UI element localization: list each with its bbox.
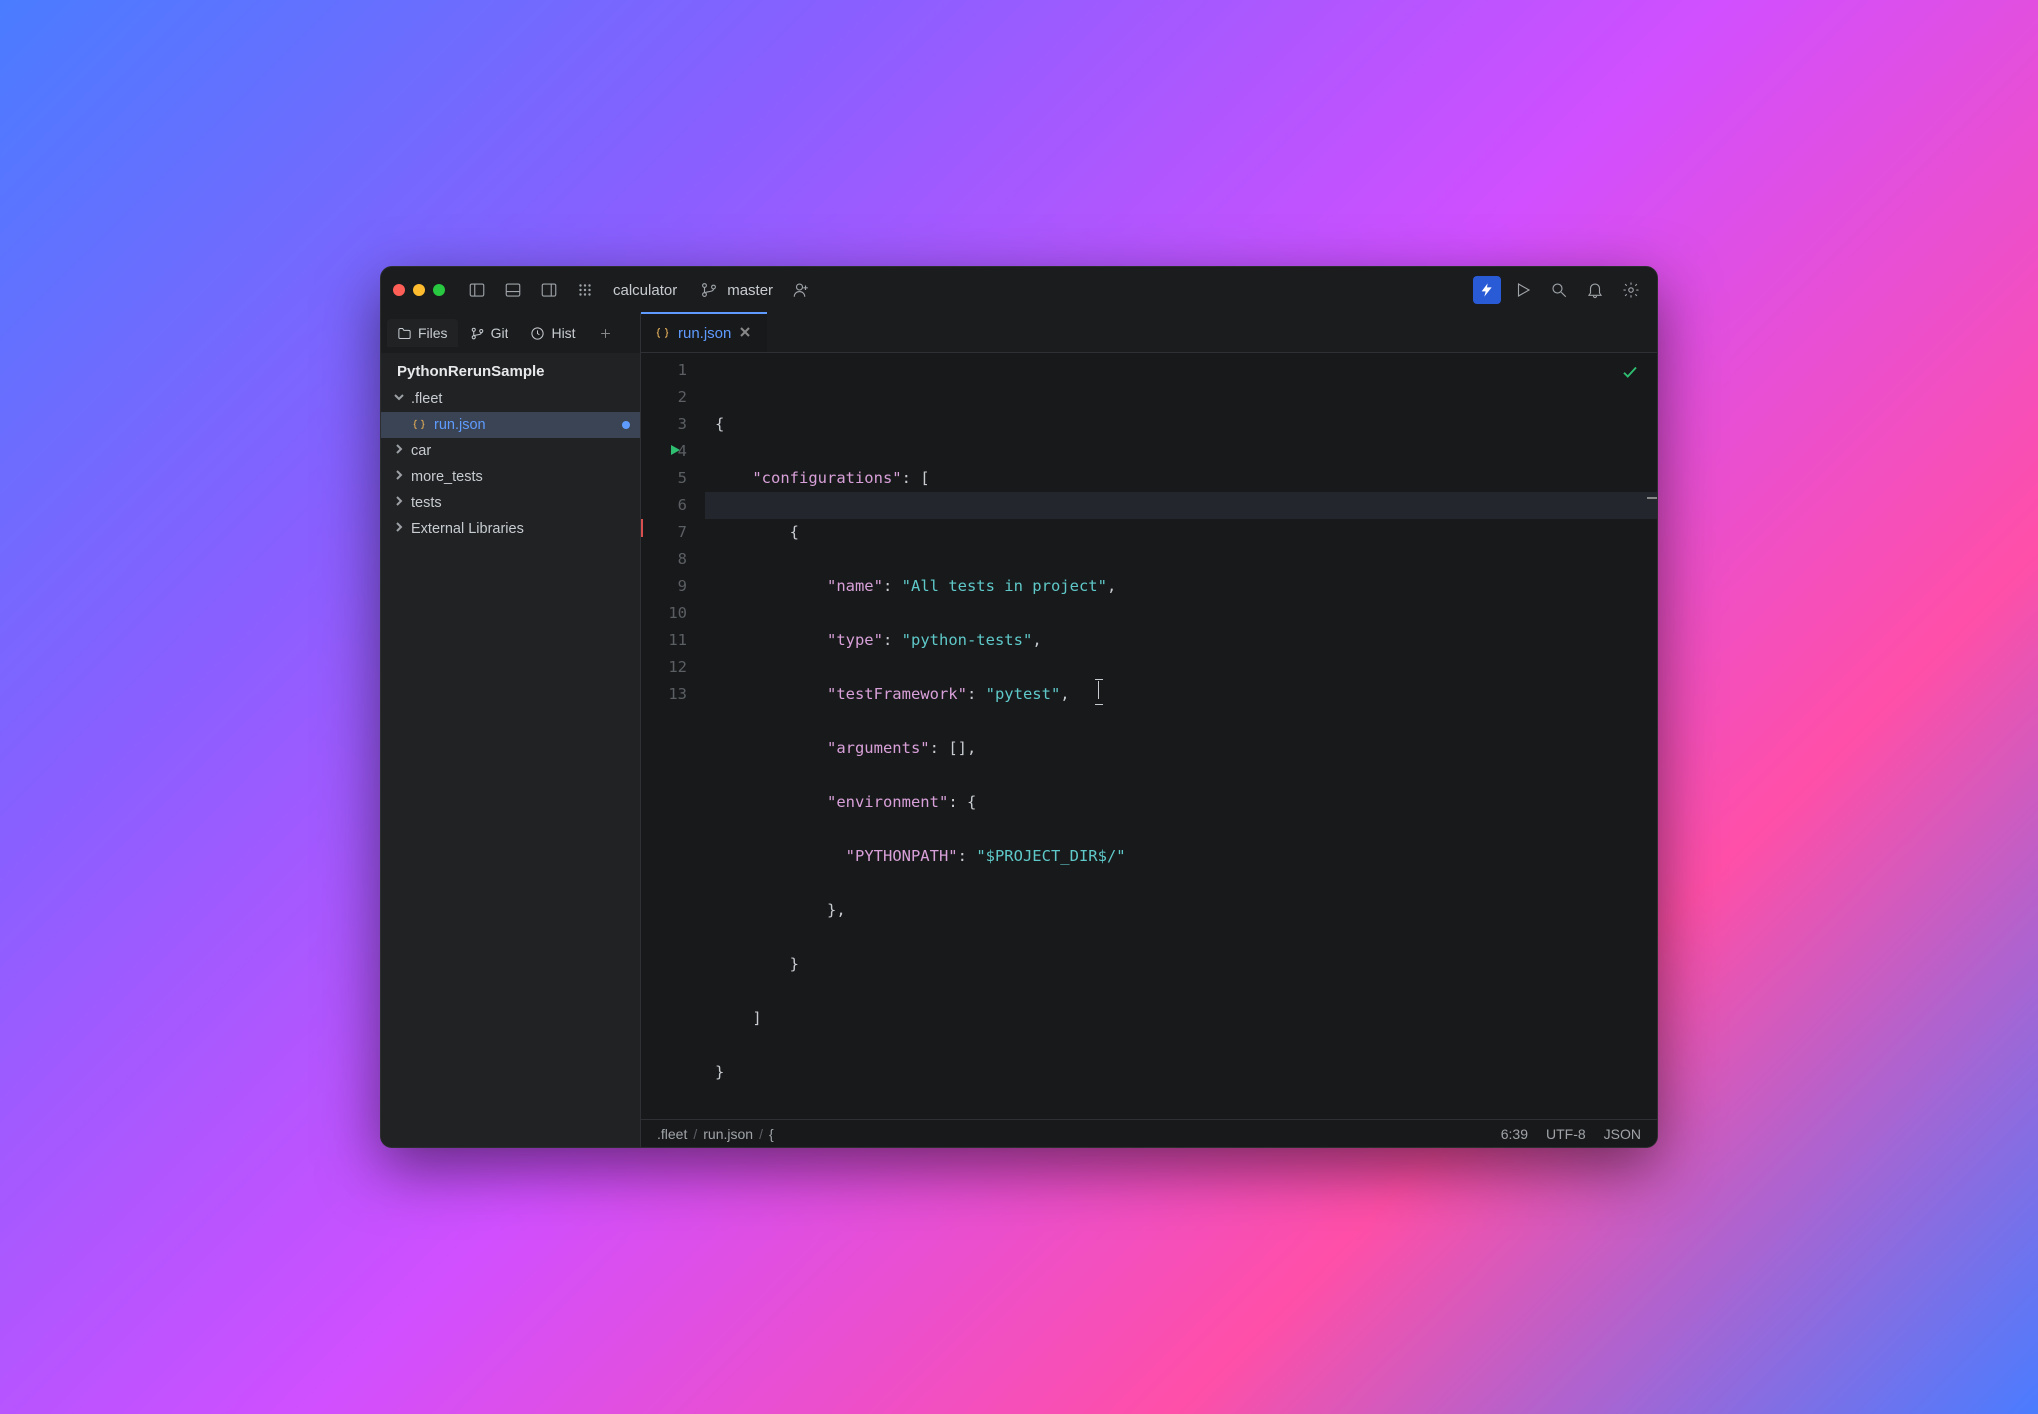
sidebar-tab-add[interactable] [588, 320, 623, 347]
title-bar: calculator master [381, 267, 1657, 313]
settings-icon[interactable] [1617, 276, 1645, 304]
text-cursor [1098, 681, 1099, 699]
breadcrumb-segment[interactable]: { [769, 1126, 774, 1142]
run-icon[interactable] [1509, 276, 1537, 304]
project-name[interactable]: calculator [607, 282, 683, 299]
modified-indicator [622, 421, 630, 429]
project-root[interactable]: PythonRerunSample [381, 353, 640, 386]
cursor-position[interactable]: 6:39 [1501, 1126, 1528, 1142]
sidebar-tab-history[interactable]: Hist [520, 319, 585, 347]
tree-node-label: .fleet [411, 391, 630, 407]
editor-tab-label: run.json [678, 325, 731, 342]
branch-name: master [727, 282, 779, 299]
line-number: 10 [641, 600, 687, 627]
line-number: 9 [641, 573, 687, 600]
line-number: 5 [641, 465, 687, 492]
editor[interactable]: 1 2 3 4 5 6 7 8 9 10 11 [641, 353, 1657, 1119]
tree-file-runjson[interactable]: run.json [381, 412, 640, 438]
branch-icon [695, 276, 723, 304]
sidebar-tab-label: Git [491, 325, 509, 341]
json-file-icon [411, 417, 427, 433]
app-window: calculator master [380, 266, 1658, 1148]
line-number: 13 [641, 681, 687, 708]
tree-node-label: more_tests [411, 469, 630, 485]
sidebar: Files Git Hist PythonRerunSample [381, 313, 641, 1147]
code-area[interactable]: { "configurations": [ { "name": "All tes… [705, 353, 1657, 1119]
tree-node-label: run.json [434, 417, 622, 433]
chevron-down-icon [393, 391, 409, 407]
chevron-right-icon [393, 495, 409, 511]
traffic-lights [393, 284, 445, 296]
line-number: 4 [641, 438, 687, 465]
sidebar-tab-label: Hist [551, 325, 575, 341]
tree-external-libraries[interactable]: External Libraries [381, 516, 640, 542]
tree-folder-tests[interactable]: tests [381, 490, 640, 516]
editor-tab-runjson[interactable]: run.json [641, 312, 767, 352]
apps-grid-icon[interactable] [571, 276, 599, 304]
sidebar-tab-git[interactable]: Git [460, 319, 519, 347]
branch-icon [470, 326, 485, 341]
language-mode[interactable]: JSON [1604, 1126, 1641, 1142]
panel-right-icon[interactable] [535, 276, 563, 304]
chevron-right-icon [393, 443, 409, 459]
line-number: 8 [641, 546, 687, 573]
breadcrumb-separator: / [693, 1126, 697, 1142]
ai-assistant-button[interactable] [1473, 276, 1501, 304]
maximize-window-button[interactable] [433, 284, 445, 296]
breadcrumb-segment[interactable]: run.json [703, 1126, 753, 1142]
status-bar: .fleet / run.json / { 6:39 UTF-8 JSON [641, 1119, 1657, 1147]
sidebar-tabs: Files Git Hist [381, 313, 640, 353]
tree-node-label: tests [411, 495, 630, 511]
line-number: 11 [641, 627, 687, 654]
line-number: 6 [641, 492, 687, 519]
json-file-icon [655, 326, 670, 341]
line-number: 3 [641, 411, 687, 438]
search-icon[interactable] [1545, 276, 1573, 304]
run-gutter-icon[interactable] [669, 438, 681, 465]
error-gutter-mark [641, 519, 643, 537]
tree-folder-more-tests[interactable]: more_tests [381, 464, 640, 490]
breadcrumb-segment[interactable]: .fleet [657, 1126, 687, 1142]
tree-folder-car[interactable]: car [381, 438, 640, 464]
close-window-button[interactable] [393, 284, 405, 296]
panel-bottom-icon[interactable] [499, 276, 527, 304]
sidebar-tab-label: Files [418, 325, 448, 341]
add-user-icon[interactable] [787, 276, 815, 304]
breadcrumb-separator: / [759, 1126, 763, 1142]
minimize-window-button[interactable] [413, 284, 425, 296]
editor-pane: run.json 1 2 3 4 5 6 [641, 313, 1657, 1147]
panel-left-icon[interactable] [463, 276, 491, 304]
current-line-highlight [705, 492, 1657, 519]
close-tab-button[interactable] [739, 325, 753, 342]
encoding[interactable]: UTF-8 [1546, 1126, 1586, 1142]
branch-indicator[interactable]: master [695, 276, 779, 304]
gutter: 1 2 3 4 5 6 7 8 9 10 11 [641, 353, 705, 1119]
plus-icon [598, 326, 613, 341]
line-number: 12 [641, 654, 687, 681]
notifications-icon[interactable] [1581, 276, 1609, 304]
chevron-right-icon [393, 469, 409, 485]
chevron-right-icon [393, 521, 409, 537]
sidebar-tab-files[interactable]: Files [387, 319, 458, 347]
folder-icon [397, 326, 412, 341]
line-number: 2 [641, 384, 687, 411]
clock-icon [530, 326, 545, 341]
line-number: 7 [641, 519, 687, 546]
file-tree: .fleet run.json car more_tests te [381, 386, 640, 1147]
editor-tabs: run.json [641, 313, 1657, 353]
line-number: 1 [641, 357, 687, 384]
tree-node-label: car [411, 443, 630, 459]
body: Files Git Hist PythonRerunSample [381, 313, 1657, 1147]
tree-folder-fleet[interactable]: .fleet [381, 386, 640, 412]
tree-node-label: External Libraries [411, 521, 630, 537]
